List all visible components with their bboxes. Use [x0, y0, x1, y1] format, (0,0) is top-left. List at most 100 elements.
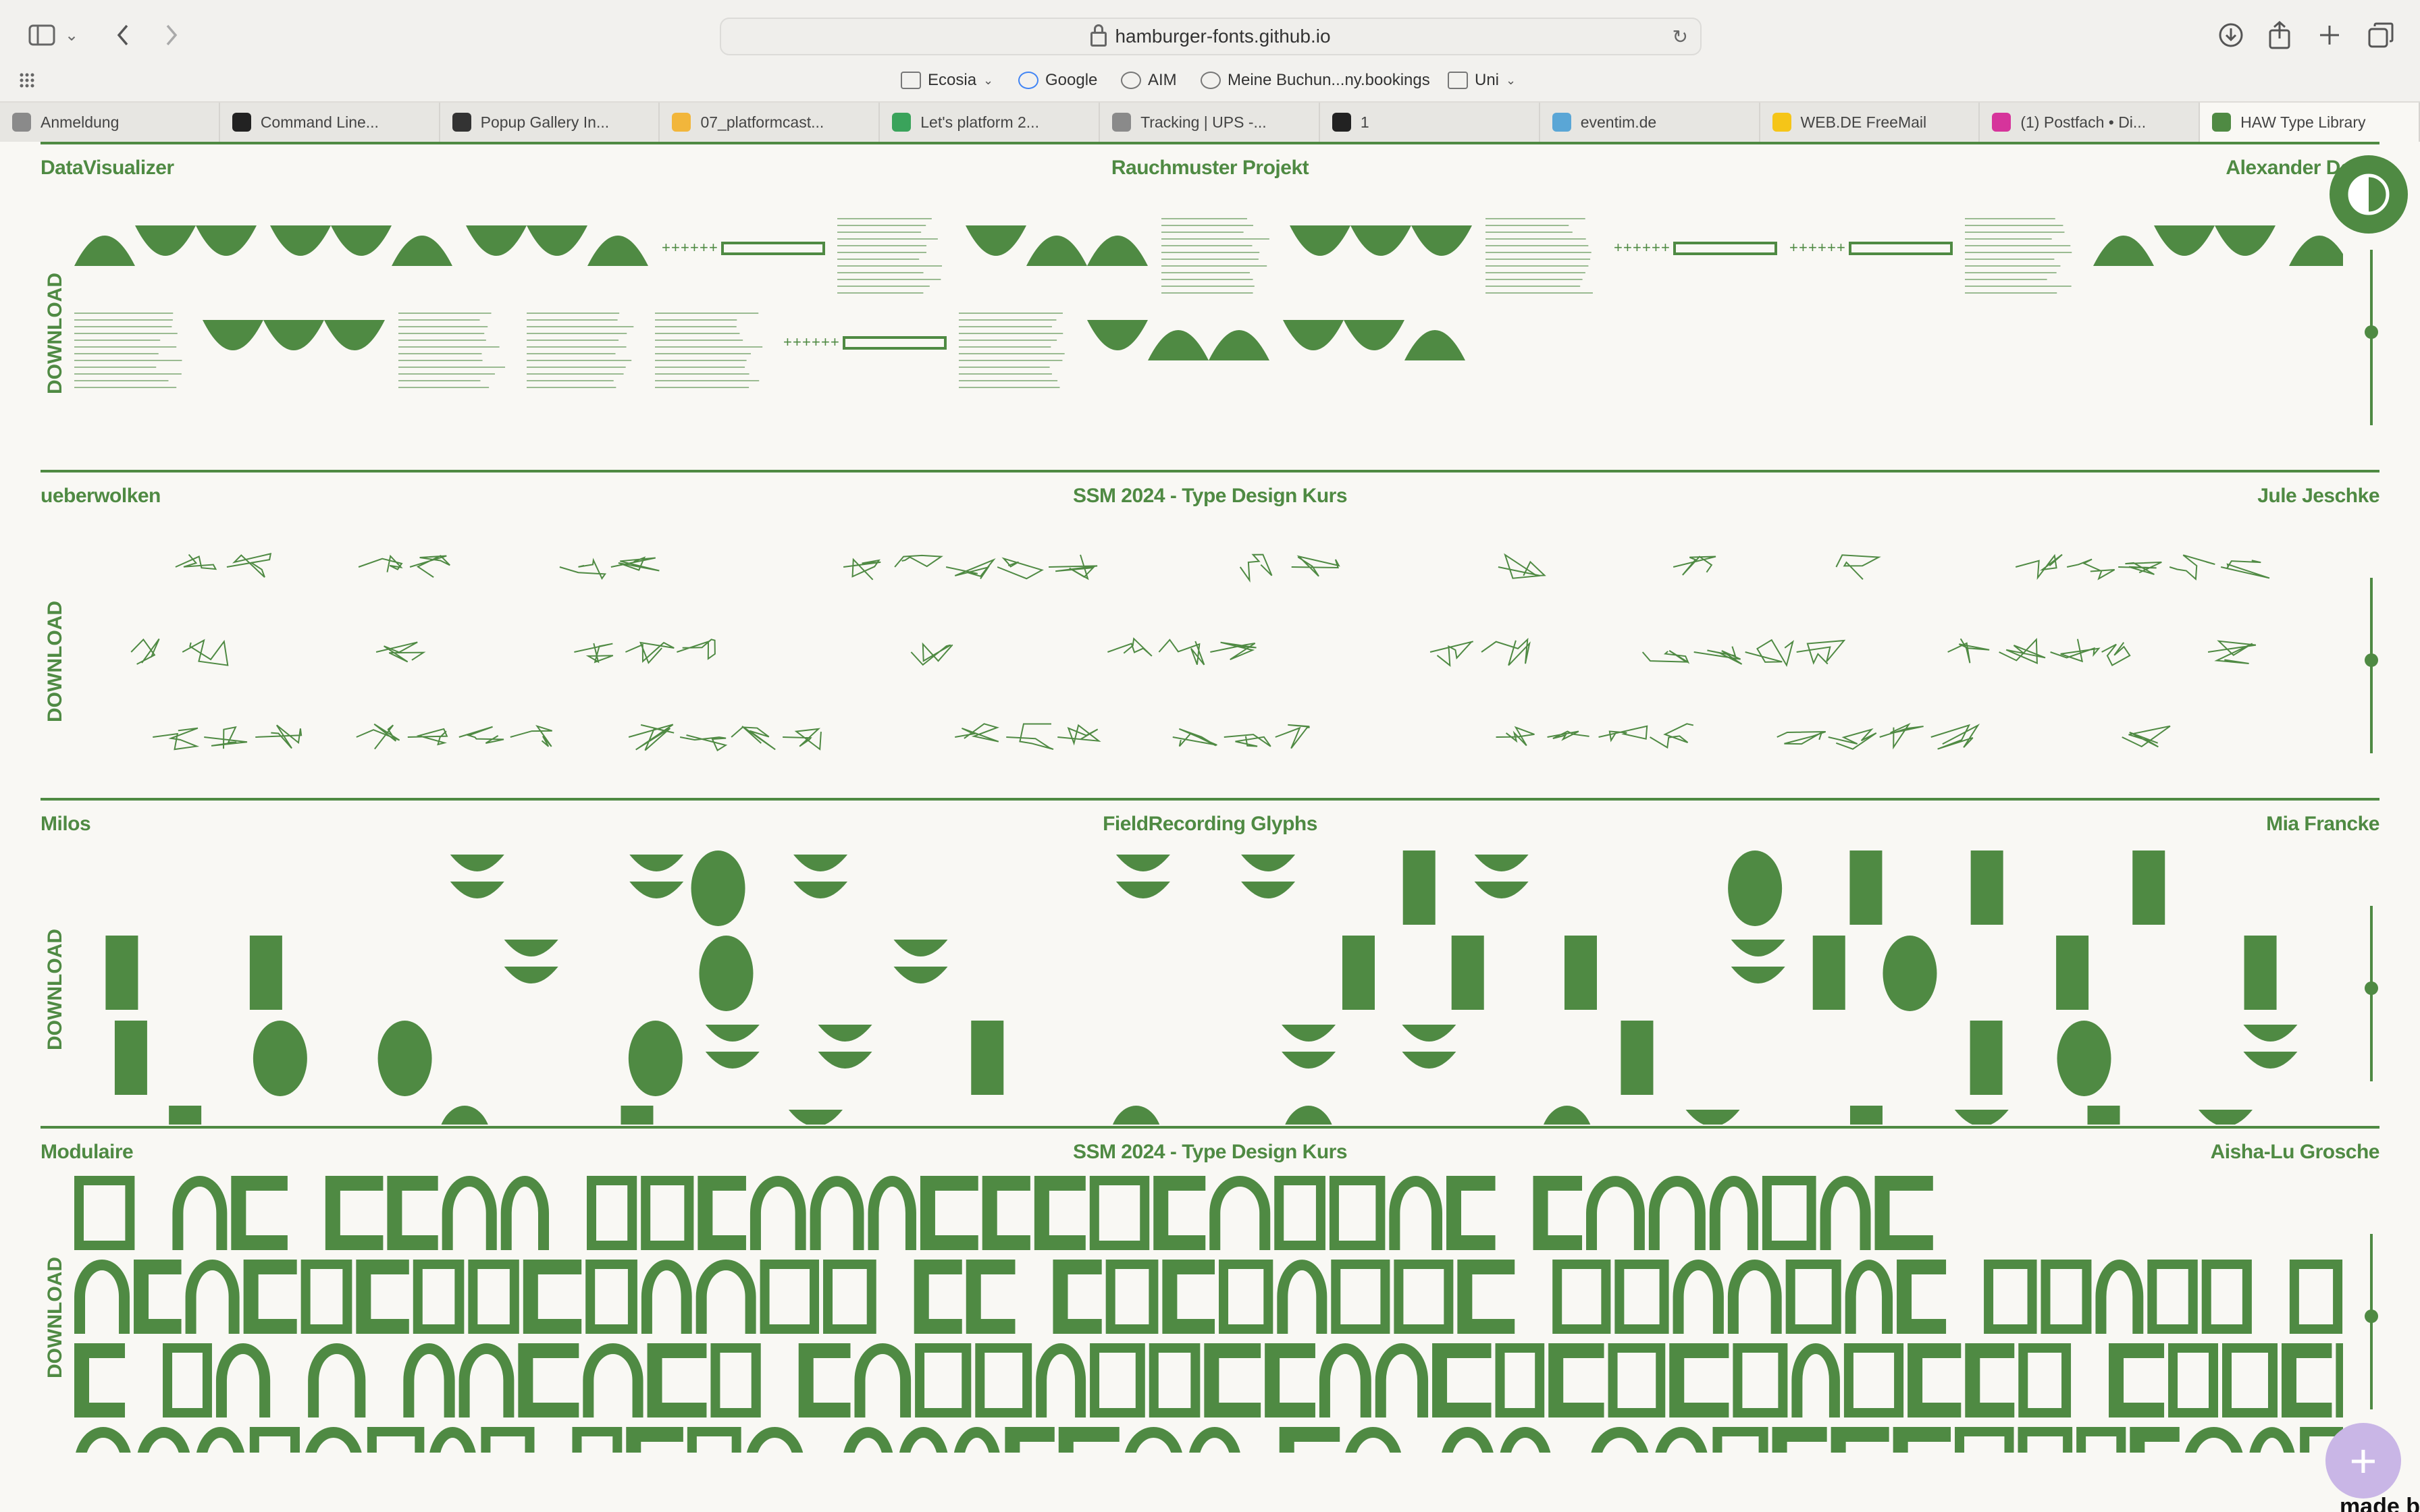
download-button[interactable]: DOWNLOAD — [35, 246, 76, 421]
made-by-label: made b — [2339, 1494, 2420, 1512]
download-label: DOWNLOAD — [44, 1257, 67, 1378]
svg-text:+: + — [1799, 239, 1808, 256]
svg-text:+: + — [831, 333, 839, 350]
tab-label: eventim.de — [1580, 113, 1657, 131]
svg-text:+: + — [783, 333, 792, 350]
download-button[interactable]: DOWNLOAD — [35, 1230, 76, 1405]
svg-text:+: + — [793, 333, 801, 350]
bookmark-label: Uni — [1475, 71, 1500, 89]
tab-label: Popup Gallery In... — [480, 113, 610, 131]
globe-icon — [1201, 72, 1221, 89]
tab-item[interactable]: Tracking | UPS -... — [1100, 103, 1320, 142]
bookmark-label: Ecosia — [928, 71, 977, 89]
apps-grid-icon[interactable] — [19, 68, 38, 93]
contrast-icon — [2348, 173, 2390, 215]
tab-label: Anmeldung — [41, 113, 120, 131]
favicon-icon — [1332, 113, 1351, 132]
tab-item[interactable]: 1 — [1320, 103, 1540, 142]
font-preview — [74, 848, 2343, 1125]
font-card: ueberwolken SSM 2024 - Type Design Kurs Ju… — [41, 470, 2379, 801]
folder-icon — [1448, 72, 1468, 89]
tab-item[interactable]: Popup Gallery In... — [440, 103, 660, 142]
browser-chrome: ⌄ hamburger-fonts.github.io ↻ Ecosia ⌄ G… — [0, 0, 2420, 142]
bookmarks-bar: Ecosia ⌄ Google AIM Meine Buchun...ny.bo… — [0, 65, 2420, 96]
svg-text:+: + — [1642, 239, 1651, 256]
favicon-icon — [1772, 113, 1791, 132]
slider-knob[interactable] — [2365, 325, 2378, 339]
tab-label: 1 — [1360, 113, 1369, 131]
slider-knob[interactable] — [2365, 1310, 2378, 1323]
font-preview: + + + + + + + + + + + + + + + + + + + + + + + + — [74, 192, 2343, 468]
tab-label: Let's platform 2... — [920, 113, 1039, 131]
download-button[interactable]: DOWNLOAD — [35, 902, 76, 1077]
bookmark-meine-buchungen[interactable]: Meine Buchun...ny.bookings — [1201, 68, 1430, 93]
glyph-specimen: + + + + + + + + + + + + + + + + + ++ + + + + + — [74, 218, 2343, 388]
svg-text:+: + — [690, 239, 699, 256]
download-button[interactable]: DOWNLOAD — [35, 574, 76, 749]
glyph-specimen — [130, 553, 2270, 752]
favicon-icon — [452, 113, 471, 132]
tab-label: 07_platformcast... — [700, 113, 824, 131]
svg-text:+: + — [1818, 239, 1826, 256]
url-text: hamburger-fonts.github.io — [1115, 26, 1331, 47]
size-slider[interactable] — [2363, 906, 2379, 1081]
glyph-specimen — [74, 1176, 2343, 1453]
size-slider[interactable] — [2363, 578, 2379, 753]
chevron-down-icon: ⌄ — [983, 73, 994, 87]
download-label: DOWNLOAD — [44, 929, 67, 1050]
slider-knob[interactable] — [2365, 981, 2378, 995]
svg-text:+: + — [812, 333, 820, 350]
share-icon[interactable] — [2261, 16, 2298, 54]
font-preview — [74, 1176, 2343, 1453]
bookmark-label: Meine Buchun...ny.bookings — [1228, 71, 1430, 89]
bookmark-ecosia[interactable]: Ecosia ⌄ — [901, 68, 993, 93]
svg-text:+: + — [1614, 239, 1623, 256]
svg-text:+: + — [1837, 239, 1845, 256]
tab-label: Tracking | UPS -... — [1140, 113, 1267, 131]
download-label: DOWNLOAD — [44, 273, 67, 394]
svg-text:+: + — [1661, 239, 1670, 256]
size-slider[interactable] — [2363, 250, 2379, 425]
tab-item[interactable]: (1) Postfach • Di... — [1980, 103, 2201, 142]
globe-icon — [1121, 72, 1141, 89]
download-icon[interactable] — [2212, 16, 2250, 54]
font-author: Aisha-Lu Grosche — [2210, 1141, 2380, 1163]
tab-item[interactable]: 07_platformcast... — [660, 103, 880, 142]
sidebar-toggle-icon[interactable] — [23, 16, 61, 54]
bookmark-label: AIM — [1148, 71, 1177, 89]
svg-text:+: + — [700, 239, 708, 256]
favicon-icon — [672, 113, 691, 132]
tab-item[interactable]: Anmeldung — [0, 103, 220, 142]
svg-text:+: + — [802, 333, 811, 350]
tab-overview-icon[interactable] — [2362, 16, 2400, 54]
bookmark-uni[interactable]: Uni ⌄ — [1448, 68, 1516, 93]
svg-text:+: + — [1808, 239, 1817, 256]
bookmark-aim[interactable]: AIM — [1121, 68, 1177, 93]
favicon-icon — [232, 113, 251, 132]
favicon-icon — [1112, 113, 1132, 132]
svg-text:+: + — [662, 239, 670, 256]
tab-label: WEB.DE FreeMail — [1800, 113, 1927, 131]
chevron-down-icon[interactable]: ⌄ — [58, 16, 85, 54]
tab-item[interactable]: WEB.DE FreeMail — [1760, 103, 1980, 142]
svg-text:+: + — [681, 239, 689, 256]
tab-item[interactable]: Command Line... — [220, 103, 440, 142]
download-label: DOWNLOAD — [44, 601, 67, 722]
add-font-button[interactable]: + — [2325, 1423, 2401, 1498]
tab-item[interactable]: HAW Type Library — [2200, 103, 2420, 142]
slider-knob[interactable] — [2365, 653, 2378, 667]
font-course: SSM 2024 - Type Design Kurs — [1072, 1141, 1348, 1163]
contrast-toggle-button[interactable] — [2330, 155, 2408, 234]
favicon-icon — [12, 113, 31, 132]
svg-text:+: + — [1633, 239, 1641, 256]
tab-item[interactable]: Let's platform 2... — [880, 103, 1101, 142]
reload-icon[interactable]: ↻ — [1673, 26, 1688, 48]
back-button[interactable] — [104, 16, 142, 54]
bookmark-google[interactable]: Google — [1018, 68, 1097, 93]
size-slider[interactable] — [2363, 1234, 2379, 1409]
new-tab-icon[interactable] — [2311, 16, 2348, 54]
tab-item[interactable]: eventim.de — [1540, 103, 1760, 142]
svg-text:+: + — [821, 333, 830, 350]
forward-button[interactable] — [153, 16, 190, 54]
address-bar[interactable]: hamburger-fonts.github.io ↻ — [720, 18, 1702, 55]
